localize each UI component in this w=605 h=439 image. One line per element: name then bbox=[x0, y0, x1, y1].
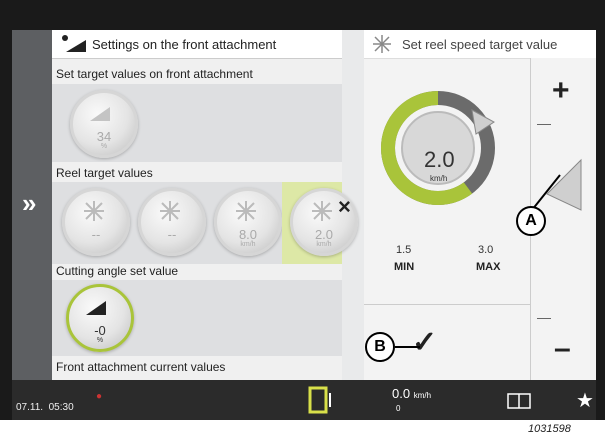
reel-icon bbox=[160, 201, 180, 221]
gauge-unit: km/h bbox=[430, 174, 448, 183]
panel-header: Settings on the front attachment bbox=[52, 30, 342, 59]
header-height-dial[interactable]: 34 % bbox=[70, 90, 138, 158]
section-label-cutting-angle: Cutting angle set value bbox=[56, 264, 179, 278]
decrease-button[interactable]: – bbox=[554, 332, 571, 366]
reel-icon bbox=[84, 201, 104, 221]
expand-chevron-icon[interactable]: » bbox=[22, 190, 36, 216]
reel-speed-title: Set reel speed target value bbox=[402, 37, 558, 52]
date-time: 07.11. 05:30 bbox=[16, 402, 74, 413]
reel-dial-2[interactable]: -- bbox=[138, 188, 206, 256]
reel-dial-1[interactable]: -- bbox=[62, 188, 130, 256]
parking-brake-icon: ● bbox=[96, 391, 103, 402]
status-bar: 07.11. 05:30 ● 0.0 km/h 0 ★ bbox=[12, 380, 596, 420]
book-icon[interactable] bbox=[506, 392, 532, 410]
attachment-status-icon bbox=[308, 386, 331, 414]
star-icon[interactable]: ★ bbox=[576, 388, 594, 413]
section-label-target-values: Set target values on front attachment bbox=[56, 67, 253, 81]
increase-button[interactable]: + bbox=[552, 74, 570, 108]
callout-a: A bbox=[516, 206, 546, 236]
reel-speed-gauge bbox=[381, 91, 495, 205]
reel-speed-main: 2.0 km/h 1.5 3.0 MIN MAX bbox=[364, 58, 531, 380]
callout-b: B bbox=[365, 332, 395, 362]
gauge-value: 2.0 bbox=[424, 147, 455, 172]
speed-sub-value: 0 bbox=[396, 404, 401, 413]
front-attachment-settings-panel: Settings on the front attachment Set tar… bbox=[52, 30, 358, 380]
close-icon[interactable]: × bbox=[338, 196, 351, 218]
gauge-min-label: MIN bbox=[394, 261, 415, 273]
reel-target-values-row: -- -- 8.0 km/h 2.0 km/h bbox=[52, 182, 358, 264]
speed-readout: 0.0 km/h bbox=[392, 386, 432, 401]
gauge-max-label: MAX bbox=[476, 261, 501, 273]
gauge-min-value: 1.5 bbox=[396, 244, 412, 256]
attachment-settings-icon bbox=[62, 35, 86, 52]
gauge-max-value: 3.0 bbox=[478, 244, 494, 256]
scale-tick bbox=[537, 318, 551, 319]
scale-tick bbox=[537, 124, 551, 125]
reel-speed-icon bbox=[373, 35, 391, 53]
increase-arrow-icon[interactable] bbox=[543, 158, 583, 212]
cutting-angle-icon bbox=[86, 301, 106, 315]
cutting-angle-row: -0 % bbox=[52, 280, 342, 356]
confirm-check-icon[interactable]: ✓ bbox=[412, 328, 437, 358]
reel-icon bbox=[236, 201, 256, 221]
header-height-icon bbox=[90, 107, 110, 121]
cutting-angle-dial[interactable]: -0 % bbox=[66, 284, 134, 352]
section-label-current-values: Front attachment current values bbox=[56, 360, 226, 374]
divider bbox=[364, 304, 530, 305]
left-strip: » bbox=[12, 30, 52, 380]
reel-speed-icon bbox=[312, 201, 332, 221]
target-values-row: 34 % bbox=[52, 84, 342, 162]
reel-speed-header: Set reel speed target value bbox=[364, 30, 596, 59]
page-title: Settings on the front attachment bbox=[92, 37, 277, 52]
section-label-reel: Reel target values bbox=[56, 166, 153, 180]
reel-dial-3[interactable]: 8.0 km/h bbox=[214, 188, 282, 256]
screen: » Settings on the front attachment Set t… bbox=[12, 30, 596, 380]
figure-reference: 1031598 bbox=[528, 423, 571, 435]
